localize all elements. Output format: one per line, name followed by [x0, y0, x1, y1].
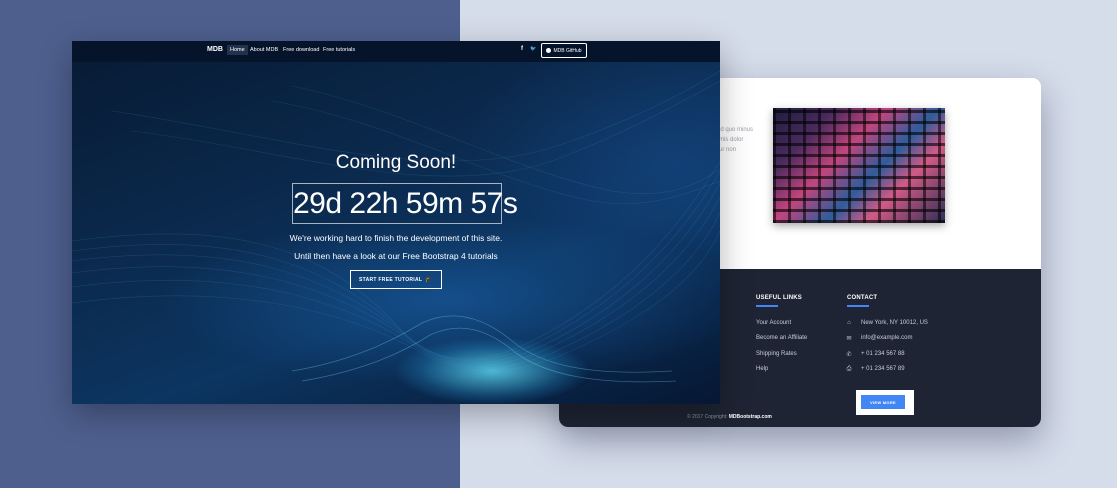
github-icon [546, 48, 552, 53]
envelope-icon: ✉ [846, 336, 852, 342]
nav-free-download[interactable]: Free download [280, 45, 322, 55]
copyright-link[interactable]: MDBootstrap.com [729, 414, 772, 420]
useful-links-heading: USEFUL LINKS [756, 295, 802, 301]
hero-line-1: We're working hard to finish the develop… [289, 233, 503, 243]
contact-phone: + 01 234 567 88 [861, 351, 905, 357]
graduation-cap-icon: 🎓 [425, 277, 434, 283]
copyright-prefix: © 2017 Copyright: [687, 414, 729, 420]
nav-about-mdb[interactable]: About MDB [247, 45, 281, 55]
coming-soon-window: MDB Home About MDB Free download Free tu… [72, 41, 720, 404]
useful-links-underline [756, 305, 778, 307]
facebook-icon[interactable]: f [521, 46, 523, 52]
contact-heading: CONTACT [847, 295, 878, 301]
brand-logo[interactable]: MDB [207, 46, 223, 53]
contact-underline [847, 305, 869, 307]
view-more-highlight: VIEW MORE [856, 390, 914, 415]
nav-free-tutorials[interactable]: Free tutorials [320, 45, 358, 55]
github-button-label: MDB GitHub [553, 47, 582, 54]
footer-link-shipping[interactable]: Shipping Rates [756, 351, 797, 357]
view-more-button[interactable]: VIEW MORE [861, 395, 905, 409]
github-button[interactable]: MDB GitHub [541, 43, 587, 58]
phone-icon: ✆ [846, 352, 852, 358]
contact-email[interactable]: info@example.com [861, 335, 912, 341]
countdown-timer: 29d 22h 59m 57s [292, 183, 518, 224]
home-icon: ⌂ [847, 320, 851, 326]
print-icon: ⎙ [846, 366, 852, 372]
hero-line-2: Until then have a look at our Free Boots… [294, 251, 498, 261]
footer-link-account[interactable]: Your Account [756, 320, 791, 326]
contact-address: New York, NY 10012, US [861, 320, 928, 326]
footer-link-affiliate[interactable]: Become an Affiliate [756, 335, 807, 341]
footer-link-help[interactable]: Help [756, 366, 768, 372]
building-photo [773, 108, 945, 223]
hero-title: Coming Soon! [335, 152, 457, 173]
nav-home[interactable]: Home [227, 45, 248, 55]
contact-fax: + 01 234 567 89 [861, 366, 905, 372]
cta-label: START FREE TUTORIAL [358, 276, 423, 283]
twitter-icon[interactable]: 🐦 [530, 46, 536, 52]
copyright: © 2017 Copyright: MDBootstrap.com [687, 414, 772, 420]
start-free-tutorial-button[interactable]: START FREE TUTORIAL 🎓 [350, 270, 442, 289]
top-navbar: MDB Home About MDB Free download Free tu… [72, 41, 720, 62]
partial-body-text: id quo minus mis dolor ur non [719, 127, 754, 153]
